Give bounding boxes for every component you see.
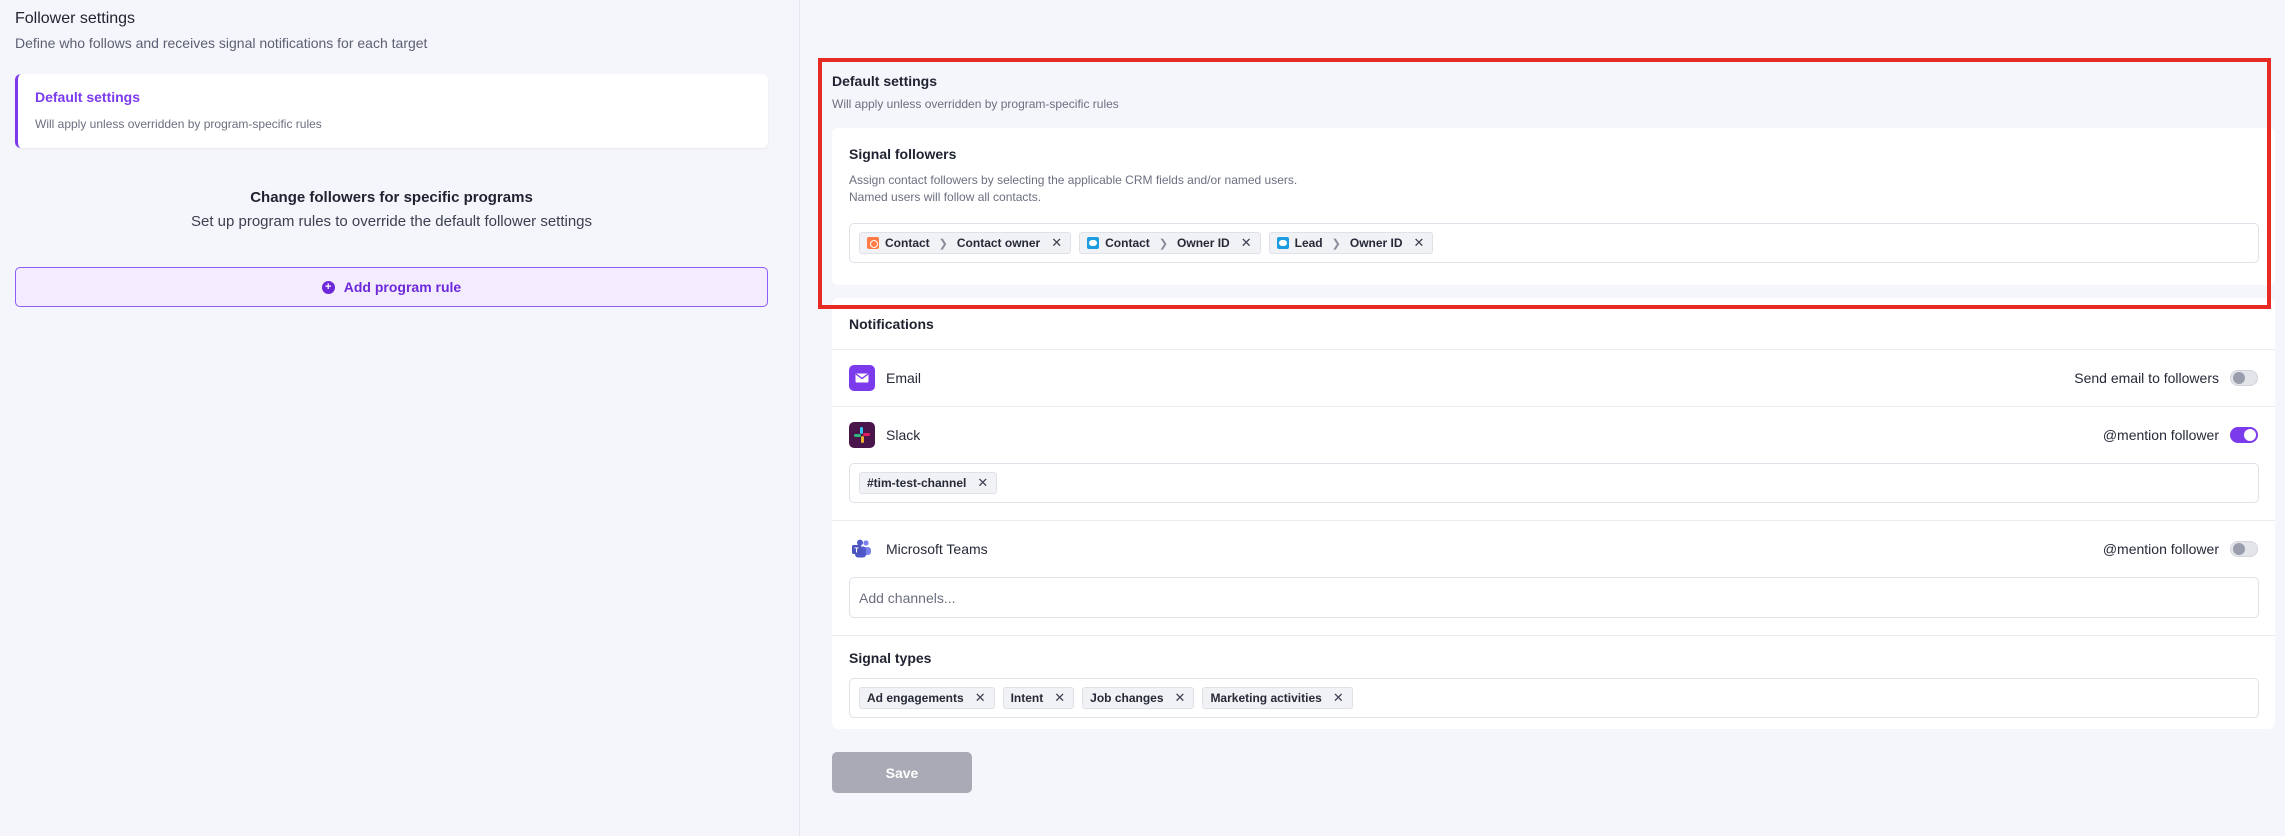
email-toggle[interactable] [2230, 370, 2258, 386]
email-toggle-label: Send email to followers [2074, 370, 2219, 386]
remove-chip-icon[interactable]: ✕ [1333, 690, 1344, 706]
signal-type-label: Job changes [1090, 691, 1164, 705]
change-followers-block: Change followers for specific programs S… [15, 188, 768, 232]
slack-channels-wrap: #tim-test-channel ✕ [832, 463, 2275, 520]
slack-row-right: @mention follower [2103, 427, 2258, 443]
channel-chip-label: #tim-test-channel [867, 476, 967, 490]
page-title: Follower settings [15, 10, 136, 27]
signal-type-label: Ad engagements [867, 691, 964, 705]
page-header: Follower settings Define who follows and… [15, 8, 427, 53]
teams-channels-placeholder: Add channels... [859, 589, 956, 606]
email-row-right: Send email to followers [2074, 370, 2258, 386]
teams-toggle[interactable] [2230, 541, 2258, 557]
signal-types-title: Signal types [849, 650, 932, 666]
notifications-panel: Notifications Email Send email to follow… [832, 298, 2275, 729]
email-row-left: Email [849, 365, 921, 391]
default-card-subtitle: Will apply unless overridden by program-… [35, 117, 322, 131]
notifications-title: Notifications [849, 315, 934, 332]
remove-chip-icon[interactable]: ✕ [977, 475, 988, 491]
default-card-title: Default settings [35, 89, 141, 105]
signal-types-input[interactable]: Ad engagements ✕ Intent ✕ Job changes ✕ … [849, 678, 2259, 718]
signal-type-label: Intent [1010, 691, 1044, 705]
teams-toggle-label: @mention follower [2102, 541, 2219, 557]
slack-icon [849, 422, 875, 448]
teams-row-left: T Microsoft Teams [849, 536, 988, 562]
microsoft-teams-icon: T [849, 536, 875, 562]
signal-type-chip: Marketing activities ✕ [1202, 687, 1353, 709]
email-label: Email [886, 370, 922, 386]
channel-chip: #tim-test-channel ✕ [859, 472, 998, 494]
add-program-rule-label: Add program rule [343, 279, 462, 295]
remove-chip-icon[interactable]: ✕ [975, 690, 986, 706]
remove-chip-icon[interactable]: ✕ [1175, 690, 1186, 706]
change-followers-subtitle: Set up program rules to override the def… [190, 213, 593, 230]
left-column: Default settings Will apply unless overr… [15, 74, 768, 307]
slack-label: Slack [886, 427, 921, 443]
page-subtitle: Define who follows and receives signal n… [15, 35, 428, 51]
plus-circle-icon: + [321, 280, 335, 294]
default-settings-card[interactable]: Default settings Will apply unless overr… [15, 74, 768, 148]
slack-row-left: Slack [849, 422, 920, 448]
signal-type-chip: Job changes ✕ [1082, 687, 1195, 709]
save-button[interactable]: Save [832, 752, 972, 793]
slack-channels-input[interactable]: #tim-test-channel ✕ [849, 463, 2259, 503]
signal-type-chip: Intent ✕ [1002, 687, 1075, 709]
teams-row-right: @mention follower [2103, 541, 2258, 557]
teams-channels-input[interactable]: Add channels... [849, 577, 2259, 618]
slack-toggle[interactable] [2230, 427, 2258, 443]
add-program-rule-button[interactable]: + Add program rule [15, 267, 768, 307]
teams-row: T Microsoft Teams @mention follower [832, 521, 2275, 577]
email-row: Email Send email to followers [832, 350, 2275, 406]
teams-channels-wrap: Add channels... [832, 577, 2275, 635]
signal-type-label: Marketing activities [1210, 691, 1322, 705]
teams-label: Microsoft Teams [886, 541, 988, 557]
email-icon [849, 365, 875, 391]
highlight-box [818, 58, 2271, 309]
svg-text:T: T [854, 547, 859, 554]
change-followers-title: Change followers for specific programs [250, 189, 533, 206]
signal-types-block: Signal types Ad engagements ✕ Intent ✕ J… [832, 636, 2275, 729]
slack-toggle-label: @mention follower [2102, 427, 2219, 443]
remove-chip-icon[interactable]: ✕ [1054, 690, 1065, 706]
signal-type-chip: Ad engagements ✕ [859, 687, 995, 709]
slack-row: Slack @mention follower [832, 407, 2275, 463]
column-divider [799, 0, 800, 836]
